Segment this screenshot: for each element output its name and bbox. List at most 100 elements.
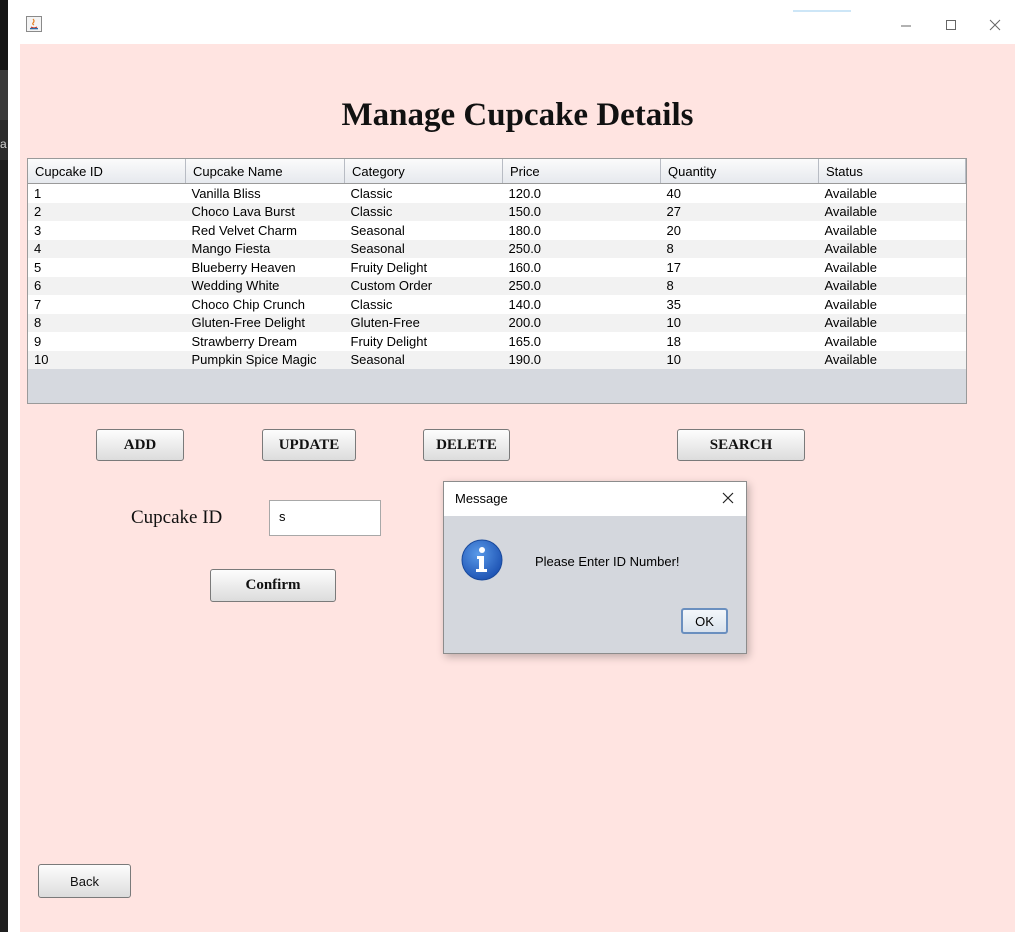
table-row[interactable]: 2 Choco Lava Burst Classic 150.0 27 Available bbox=[28, 202, 966, 221]
table-row[interactable]: 8 Gluten-Free Delight Gluten-Free 200.0 10 Av… bbox=[28, 313, 966, 332]
table-cell: Red Velvet Charm bbox=[185, 221, 345, 240]
delete-button[interactable]: DELETE bbox=[423, 429, 510, 461]
table-cell: 27 bbox=[660, 202, 819, 221]
page-title: Manage Cupcake Details bbox=[341, 97, 694, 133]
table-cell: Seasonal bbox=[344, 350, 503, 369]
column-header[interactable]: Status bbox=[818, 159, 966, 184]
title-accent-line bbox=[793, 10, 851, 12]
table-row[interactable]: 4 Mango Fiesta Seasonal 250.0 8 Available bbox=[28, 239, 966, 258]
dialog-title: Message bbox=[455, 491, 508, 506]
table-cell: Gluten-Free Delight bbox=[185, 313, 345, 332]
table-cell: 8 bbox=[660, 239, 819, 258]
cupcake-id-input[interactable]: s bbox=[269, 500, 381, 536]
title-bar bbox=[18, 10, 1015, 44]
cupcake-table[interactable]: Cupcake ID Cupcake Name Category Price Q… bbox=[27, 158, 967, 404]
table-cell: Available bbox=[818, 313, 966, 332]
table-cell: 20 bbox=[660, 221, 819, 240]
table-row[interactable]: 9 Strawberry Dream Fruity Delight 165.0 18 Av… bbox=[28, 332, 966, 351]
table-cell: 120.0 bbox=[502, 183, 661, 203]
cupcake-id-label: Cupcake ID bbox=[131, 507, 223, 528]
table-cell: 6 bbox=[28, 276, 186, 295]
table-cell: 200.0 bbox=[502, 313, 661, 332]
column-header[interactable]: Cupcake ID bbox=[28, 159, 186, 184]
table-cell: 10 bbox=[28, 350, 186, 369]
column-header[interactable]: Cupcake Name bbox=[185, 159, 345, 184]
table-cell: 250.0 bbox=[502, 276, 661, 295]
table-cell: Available bbox=[818, 183, 966, 203]
message-dialog: Message Please Enter ID Number! OK bbox=[443, 481, 747, 654]
back-button[interactable]: Back bbox=[38, 864, 131, 898]
table-cell: Available bbox=[818, 221, 966, 240]
minimize-button[interactable] bbox=[886, 10, 926, 40]
table-cell: Fruity Delight bbox=[344, 258, 503, 277]
table-cell: Available bbox=[818, 258, 966, 277]
table-cell: 8 bbox=[28, 313, 186, 332]
table-cell: Available bbox=[818, 295, 966, 314]
info-icon bbox=[461, 539, 503, 581]
table-row[interactable]: 5 Blueberry Heaven Fruity Delight 160.0 17 Av… bbox=[28, 258, 966, 277]
ok-button[interactable]: OK bbox=[681, 608, 728, 634]
table-cell: Seasonal bbox=[344, 221, 503, 240]
column-header[interactable]: Quantity bbox=[660, 159, 819, 184]
table-cell: Choco Lava Burst bbox=[185, 202, 345, 221]
table-cell: 9 bbox=[28, 332, 186, 351]
table-cell: Classic bbox=[344, 183, 503, 203]
table-cell: Available bbox=[818, 202, 966, 221]
table-cell: Seasonal bbox=[344, 239, 503, 258]
desktop-edge-char: a bbox=[0, 137, 7, 151]
update-button[interactable]: UPDATE bbox=[262, 429, 356, 461]
table-cell: 160.0 bbox=[502, 258, 661, 277]
table-cell: Fruity Delight bbox=[344, 332, 503, 351]
table-row[interactable]: 3 Red Velvet Charm Seasonal 180.0 20 Availabl… bbox=[28, 221, 966, 240]
table-cell: Available bbox=[818, 332, 966, 351]
table-cell: 8 bbox=[660, 276, 819, 295]
maximize-button[interactable] bbox=[931, 10, 971, 40]
table-cell: 4 bbox=[28, 239, 186, 258]
table-cell: Classic bbox=[344, 295, 503, 314]
confirm-button[interactable]: Confirm bbox=[210, 569, 336, 602]
table-cell: Blueberry Heaven bbox=[185, 258, 345, 277]
table-cell: 3 bbox=[28, 221, 186, 240]
table-cell: 40 bbox=[660, 183, 819, 203]
table-cell: Strawberry Dream bbox=[185, 332, 345, 351]
close-window-button[interactable] bbox=[975, 10, 1015, 40]
table-cell: 150.0 bbox=[502, 202, 661, 221]
dialog-message: Please Enter ID Number! bbox=[535, 554, 680, 569]
table-cell: Classic bbox=[344, 202, 503, 221]
table-cell: Custom Order bbox=[344, 276, 503, 295]
table-cell: 35 bbox=[660, 295, 819, 314]
table-cell: Available bbox=[818, 276, 966, 295]
table-cell: 10 bbox=[660, 350, 819, 369]
table-cell: 165.0 bbox=[502, 332, 661, 351]
table-header-row: Cupcake ID Cupcake Name Category Price Q… bbox=[28, 159, 966, 184]
dialog-title-bar: Message bbox=[444, 482, 746, 516]
dialog-close-button[interactable] bbox=[718, 488, 738, 508]
column-header[interactable]: Category bbox=[344, 159, 503, 184]
close-icon bbox=[722, 492, 734, 504]
table-cell: 140.0 bbox=[502, 295, 661, 314]
table-cell: 250.0 bbox=[502, 239, 661, 258]
close-icon bbox=[989, 19, 1001, 31]
table-cell: Pumpkin Spice Magic bbox=[185, 350, 345, 369]
table-cell: Mango Fiesta bbox=[185, 239, 345, 258]
table-cell: Available bbox=[818, 350, 966, 369]
table-cell: 180.0 bbox=[502, 221, 661, 240]
java-app-icon bbox=[26, 16, 42, 32]
add-button[interactable]: ADD bbox=[96, 429, 184, 461]
table-cell: 1 bbox=[28, 183, 186, 203]
table-cell: 18 bbox=[660, 332, 819, 351]
table-cell: 2 bbox=[28, 202, 186, 221]
table-row[interactable]: 1 Vanilla Bliss Classic 120.0 40 Available bbox=[28, 183, 966, 203]
search-button[interactable]: SEARCH bbox=[677, 429, 805, 461]
column-header[interactable]: Price bbox=[502, 159, 661, 184]
table-cell: Gluten-Free bbox=[344, 313, 503, 332]
table-row[interactable]: 10 Pumpkin Spice Magic Seasonal 190.0 10 Avai… bbox=[28, 350, 966, 369]
maximize-icon bbox=[946, 20, 956, 30]
table-cell: Available bbox=[818, 239, 966, 258]
table-cell: 190.0 bbox=[502, 350, 661, 369]
table-cell: Wedding White bbox=[185, 276, 345, 295]
table-cell: Vanilla Bliss bbox=[185, 183, 345, 203]
table-row[interactable]: 7 Choco Chip Crunch Classic 140.0 35 Availabl… bbox=[28, 295, 966, 314]
table-row[interactable]: 6 Wedding White Custom Order 250.0 8 Availabl… bbox=[28, 276, 966, 295]
minimize-icon bbox=[901, 25, 911, 27]
